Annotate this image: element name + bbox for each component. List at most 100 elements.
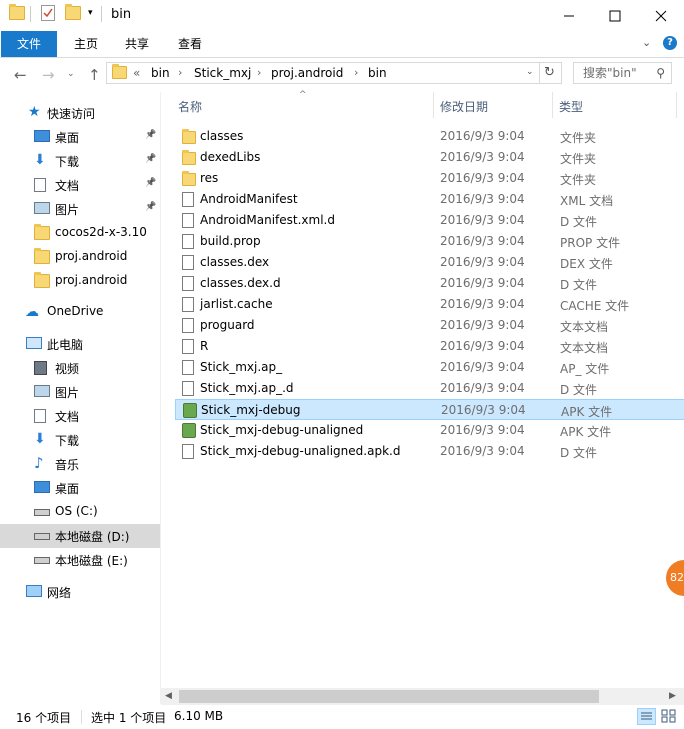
forward-button[interactable]: → bbox=[42, 66, 55, 84]
file-type: D 文件 bbox=[560, 278, 598, 292]
sidebar-item-pc-0[interactable]: 视频 bbox=[0, 356, 160, 380]
address-bar[interactable]: « bin › Stick_mxj › proj.android › bin ⌄… bbox=[106, 62, 562, 84]
table-row[interactable]: R 2016/9/3 9:04 文本文档 bbox=[175, 336, 684, 357]
new-folder-icon[interactable] bbox=[65, 4, 81, 20]
pin-icon[interactable]: 📌 bbox=[145, 154, 156, 164]
table-row[interactable]: dexedLibs 2016/9/3 9:04 文件夹 bbox=[175, 147, 684, 168]
sidebar-item-pc-4[interactable]: ♪ 音乐 bbox=[0, 452, 160, 476]
recent-locations-icon[interactable]: ⌄ bbox=[67, 69, 75, 79]
refresh-icon[interactable]: ↻ bbox=[544, 65, 555, 80]
table-row[interactable]: AndroidManifest.xml.d 2016/9/3 9:04 D 文件 bbox=[175, 210, 684, 231]
back-button[interactable]: ← bbox=[14, 66, 27, 84]
details-view-icon[interactable] bbox=[637, 708, 656, 725]
minimize-button[interactable] bbox=[546, 0, 592, 31]
sidebar-item-pc-7[interactable]: 本地磁盘 (D:) bbox=[0, 524, 160, 548]
expand-ribbon-icon[interactable]: ⌄ bbox=[642, 36, 651, 49]
file-type: APK 文件 bbox=[561, 405, 613, 419]
file-type: CACHE 文件 bbox=[560, 299, 630, 313]
sidebar-item-label: 文档 bbox=[55, 410, 80, 424]
file-icon bbox=[182, 381, 194, 396]
close-button[interactable] bbox=[638, 0, 684, 31]
table-row[interactable]: classes.dex 2016/9/3 9:04 DEX 文件 bbox=[175, 252, 684, 273]
table-row[interactable]: Stick_mxj-debug-unaligned.apk.d 2016/9/3 … bbox=[175, 441, 684, 462]
file-type: D 文件 bbox=[560, 215, 598, 229]
sidebar-item-pc-3[interactable]: ⬇ 下载 bbox=[0, 428, 160, 452]
picture-icon bbox=[34, 385, 50, 397]
table-row[interactable]: Stick_mxj.ap_ 2016/9/3 9:04 AP_ 文件 bbox=[175, 357, 684, 378]
maximize-button[interactable] bbox=[592, 0, 638, 31]
file-type: 文件夹 bbox=[560, 131, 597, 145]
sidebar-item-pc-1[interactable]: 图片 bbox=[0, 380, 160, 404]
breadcrumb-bin-parent[interactable]: bin bbox=[151, 66, 170, 80]
scroll-left-icon[interactable]: ◀ bbox=[165, 691, 172, 701]
pin-icon[interactable]: 📌 bbox=[145, 202, 156, 212]
sidebar-item-pc-6[interactable]: OS (C:) bbox=[0, 500, 160, 524]
sidebar-item--[interactable]: 图片 📌 bbox=[0, 197, 160, 221]
table-row[interactable]: classes.dex.d 2016/9/3 9:04 D 文件 bbox=[175, 273, 684, 294]
search-placeholder: 搜索"bin" bbox=[583, 66, 637, 80]
sidebar-item-cocos2d-x-3-10[interactable]: cocos2d-x-3.10 bbox=[0, 221, 160, 245]
column-header-name[interactable]: 名称 bbox=[178, 98, 202, 115]
sidebar-item-label: proj.android bbox=[55, 249, 128, 263]
breadcrumb-stick-mxj[interactable]: Stick_mxj bbox=[194, 66, 251, 80]
table-row[interactable]: classes 2016/9/3 9:04 文件夹 bbox=[175, 126, 684, 147]
column-header-date[interactable]: 修改日期 bbox=[440, 98, 488, 115]
nav-quick-access[interactable]: ★ 快速访问 bbox=[0, 101, 160, 125]
pin-icon[interactable]: 📌 bbox=[145, 178, 156, 188]
file-name: AndroidManifest bbox=[200, 192, 298, 206]
sidebar-item-label: 下载 bbox=[55, 155, 80, 169]
chevron-right-icon[interactable]: › bbox=[178, 66, 182, 79]
sidebar-item--[interactable]: ⬇ 下载 📌 bbox=[0, 149, 160, 173]
nav-this-pc[interactable]: 此电脑 bbox=[0, 332, 160, 356]
sidebar-item--[interactable]: 桌面 📌 bbox=[0, 125, 160, 149]
chevron-right-icon[interactable]: › bbox=[257, 66, 261, 79]
nav-network[interactable]: 网络 bbox=[0, 580, 160, 604]
chevron-down-icon[interactable]: ⌄ bbox=[526, 67, 534, 77]
table-row[interactable]: jarlist.cache 2016/9/3 9:04 CACHE 文件 bbox=[175, 294, 684, 315]
network-icon bbox=[26, 585, 42, 597]
table-row[interactable]: proguard 2016/9/3 9:04 文本文档 bbox=[175, 315, 684, 336]
nav-onedrive[interactable]: ☁ OneDrive bbox=[0, 300, 160, 324]
up-button[interactable]: ↑ bbox=[88, 66, 101, 84]
file-date: 2016/9/3 9:04 bbox=[440, 192, 525, 206]
chevron-right-icon[interactable]: › bbox=[354, 66, 358, 79]
computer-icon bbox=[26, 337, 42, 349]
breadcrumb-bin[interactable]: bin bbox=[368, 66, 387, 80]
table-row[interactable]: Stick_mxj-debug 2016/9/3 9:04 APK 文件 bbox=[175, 399, 684, 420]
file-icon bbox=[182, 360, 194, 375]
sidebar-item--[interactable]: 文档 📌 bbox=[0, 173, 160, 197]
apk-icon bbox=[183, 403, 197, 418]
customize-toolbar-icon[interactable]: ▾ bbox=[88, 8, 93, 18]
scrollbar-thumb[interactable] bbox=[179, 690, 599, 703]
file-type: DEX 文件 bbox=[560, 257, 613, 271]
horizontal-scrollbar[interactable]: ◀ ▶ bbox=[161, 688, 684, 705]
sidebar-item-proj-android[interactable]: proj.android bbox=[0, 269, 160, 293]
tab-file[interactable]: 文件 bbox=[1, 31, 57, 57]
tab-share[interactable]: 共享 bbox=[117, 31, 157, 57]
large-icons-view-icon[interactable] bbox=[660, 708, 679, 725]
properties-icon[interactable] bbox=[41, 5, 55, 21]
table-row[interactable]: Stick_mxj.ap_.d 2016/9/3 9:04 D 文件 bbox=[175, 378, 684, 399]
table-row[interactable]: res 2016/9/3 9:04 文件夹 bbox=[175, 168, 684, 189]
sidebar-item-pc-5[interactable]: 桌面 bbox=[0, 476, 160, 500]
breadcrumb-overflow[interactable]: « bbox=[133, 66, 140, 80]
file-type: PROP 文件 bbox=[560, 236, 621, 250]
selection-size: 6.10 MB bbox=[174, 709, 224, 723]
pin-icon[interactable]: 📌 bbox=[145, 130, 156, 140]
help-icon[interactable]: ? bbox=[663, 36, 677, 50]
table-row[interactable]: build.prop 2016/9/3 9:04 PROP 文件 bbox=[175, 231, 684, 252]
table-row[interactable]: AndroidManifest 2016/9/3 9:04 XML 文档 bbox=[175, 189, 684, 210]
tab-view[interactable]: 查看 bbox=[170, 31, 210, 57]
search-input[interactable]: 搜索"bin" ⚲ bbox=[573, 62, 672, 84]
tab-home[interactable]: 主页 bbox=[66, 31, 106, 57]
scroll-right-icon[interactable]: ▶ bbox=[669, 691, 676, 701]
selection-count: 选中 1 个项目 bbox=[91, 711, 167, 725]
file-date: 2016/9/3 9:04 bbox=[440, 381, 525, 395]
sidebar-item-pc-8[interactable]: 本地磁盘 (E:) bbox=[0, 548, 160, 572]
sidebar-item-proj-android[interactable]: proj.android bbox=[0, 245, 160, 269]
column-header-type[interactable]: 类型 bbox=[559, 98, 583, 115]
sidebar-item-pc-2[interactable]: 文档 bbox=[0, 404, 160, 428]
file-date: 2016/9/3 9:04 bbox=[440, 423, 525, 437]
table-row[interactable]: Stick_mxj-debug-unaligned 2016/9/3 9:04 AP… bbox=[175, 420, 684, 441]
breadcrumb-proj-android[interactable]: proj.android bbox=[271, 66, 343, 80]
